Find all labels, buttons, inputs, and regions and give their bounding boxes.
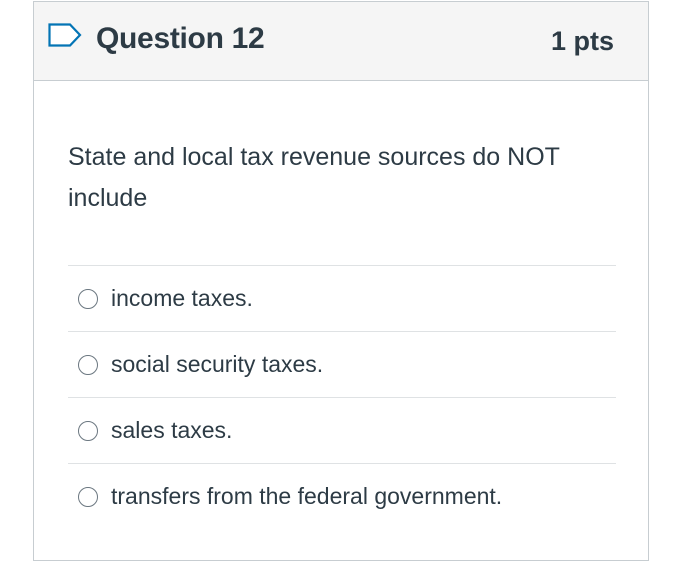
answer-list: income taxes. social security taxes. sal… <box>68 265 616 529</box>
question-header: Question 12 1 pts <box>34 2 648 81</box>
answer-label[interactable]: transfers from the federal government. <box>111 483 502 510</box>
question-points: 1 pts <box>550 26 614 56</box>
question-body: State and local tax revenue sources do N… <box>34 81 648 529</box>
radio-button[interactable] <box>78 288 98 309</box>
question-card: Question 12 1 pts State and local tax re… <box>33 1 649 561</box>
flag-icon[interactable] <box>48 23 82 47</box>
answer-option[interactable]: transfers from the federal government. <box>68 464 616 529</box>
radio-button[interactable] <box>78 420 98 441</box>
answer-label[interactable]: income taxes. <box>111 285 253 312</box>
radio-button[interactable] <box>78 486 98 507</box>
question-title: Question 12 <box>96 22 265 55</box>
answer-label[interactable]: sales taxes. <box>111 417 232 444</box>
question-text: State and local tax revenue sources do N… <box>68 143 560 212</box>
answer-option[interactable]: social security taxes. <box>68 332 616 398</box>
answer-option[interactable]: sales taxes. <box>68 398 616 464</box>
answer-option[interactable]: income taxes. <box>68 266 616 332</box>
radio-button[interactable] <box>78 354 98 375</box>
answer-label[interactable]: social security taxes. <box>111 351 323 378</box>
